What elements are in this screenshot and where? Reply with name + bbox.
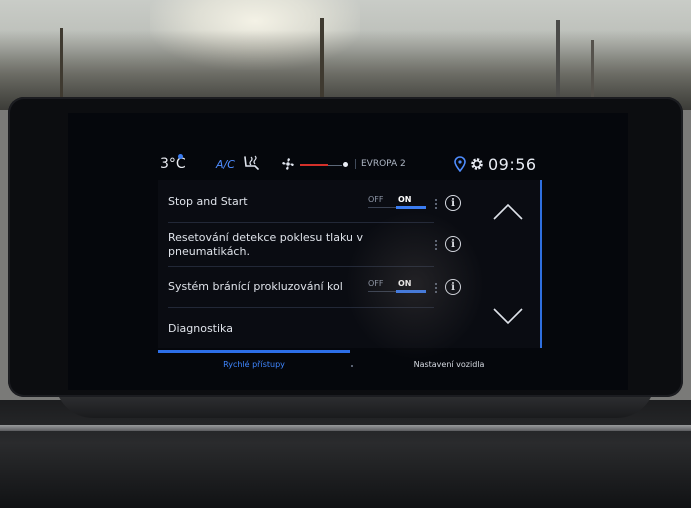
location-icon xyxy=(454,156,466,172)
status-bar: 3°C A/C EVROPA 2 09:56 xyxy=(160,153,540,177)
toggle-off-label: OFF xyxy=(368,279,384,288)
fan-icon[interactable] xyxy=(280,156,296,172)
tab-vehicle-settings[interactable]: Nastavení vozidla xyxy=(358,360,540,369)
fan-speed-fill xyxy=(300,164,328,166)
row-divider xyxy=(168,266,434,267)
setting-label-tire-pressure-reset-line1[interactable]: Resetování detekce poklesu tlaku v xyxy=(168,231,528,244)
bottom-tabs: Rychlé přístupy Nastavení vozidla xyxy=(158,348,540,384)
setting-label-diagnostics[interactable]: Diagnostika xyxy=(168,322,528,335)
toggle-on-label: ON xyxy=(398,279,412,288)
background-pole xyxy=(556,20,560,100)
toggle-on-label: ON xyxy=(398,195,412,204)
row-divider xyxy=(168,307,434,308)
tab-quick-access[interactable]: Rychlé přístupy xyxy=(158,360,350,369)
info-icon[interactable]: i xyxy=(445,279,461,295)
setting-label-traction-control: Systém bránící prokluzování kol xyxy=(168,280,343,293)
temperature-indicator-dot xyxy=(178,154,183,159)
toggle-active-indicator xyxy=(396,290,426,293)
background-pole xyxy=(591,40,594,100)
active-tab-indicator xyxy=(158,350,350,353)
ac-button[interactable]: A/C xyxy=(216,158,235,171)
scroll-down-icon[interactable] xyxy=(492,306,524,326)
separator-dots xyxy=(435,199,437,209)
setting-label-tire-pressure-reset-line2[interactable]: pneumatikách. xyxy=(168,245,528,258)
toggle-off-label: OFF xyxy=(368,195,384,204)
dashboard-trim xyxy=(0,425,691,431)
setting-label-stop-and-start: Stop and Start xyxy=(168,195,248,208)
row-divider xyxy=(168,222,434,223)
tab-separator xyxy=(351,365,353,367)
scroll-up-icon[interactable] xyxy=(492,202,524,222)
info-icon[interactable]: i xyxy=(445,195,461,211)
background-tree-trunk xyxy=(60,28,63,98)
vehicle-settings-list[interactable]: Stop and Start OFF ON i Resetování detek… xyxy=(158,180,542,348)
fan-speed-knob[interactable] xyxy=(343,162,348,167)
clock: 09:56 xyxy=(488,155,537,174)
background-tree-trunk xyxy=(320,18,324,98)
separator-dots xyxy=(435,283,437,293)
info-icon[interactable]: i xyxy=(445,236,461,252)
radio-station[interactable]: EVROPA 2 xyxy=(355,159,406,169)
toggle-active-indicator xyxy=(396,206,426,209)
settings-gear-icon[interactable] xyxy=(469,156,485,172)
seat-heating-icon[interactable] xyxy=(242,155,262,171)
separator-dots xyxy=(435,240,437,250)
